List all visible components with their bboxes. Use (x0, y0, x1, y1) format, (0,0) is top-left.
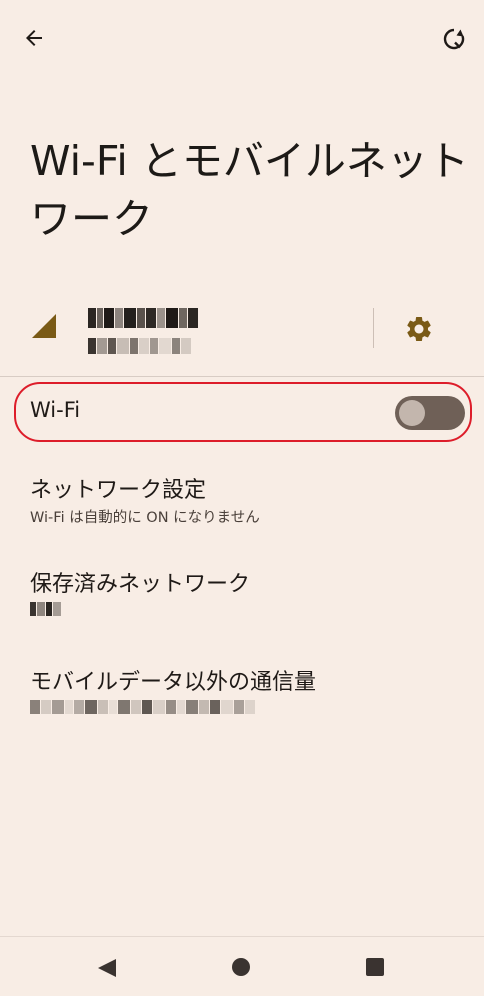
back-button[interactable] (18, 22, 50, 54)
top-app-bar (0, 0, 484, 80)
carrier-status-redacted (88, 338, 191, 354)
wifi-switch-knob (399, 400, 425, 426)
usage-summary-redacted (30, 700, 255, 714)
item-title: ネットワーク設定 (30, 478, 207, 503)
carrier-name-redacted (88, 308, 198, 328)
reset-button[interactable] (438, 22, 470, 56)
list-item-non-mobile-data-usage[interactable]: モバイルデータ以外の通信量 (0, 664, 484, 724)
gear-icon[interactable] (404, 314, 434, 344)
saved-count-redacted (30, 602, 61, 616)
vertical-divider (373, 308, 374, 348)
nav-back-triangle-icon[interactable] (96, 957, 118, 979)
system-navigation-bar (0, 936, 484, 996)
cell-signal-icon (32, 314, 56, 338)
wifi-label: Wi-Fi (30, 398, 81, 422)
item-title: モバイルデータ以外の通信量 (30, 670, 317, 695)
nav-home-circle-icon[interactable] (232, 958, 250, 976)
nav-recents-square-icon[interactable] (366, 958, 384, 976)
item-subtitle: Wi-Fi は自動的に ON になりません (30, 510, 260, 526)
mobile-network-row[interactable] (0, 298, 484, 372)
wifi-toggle-row[interactable]: Wi-Fi (0, 382, 484, 446)
item-title: 保存済みネットワーク (30, 572, 251, 597)
list-item-saved-networks[interactable]: 保存済みネットワーク (0, 566, 484, 626)
reset-refresh-icon (443, 28, 465, 50)
section-divider (0, 376, 484, 377)
wifi-switch[interactable] (395, 396, 465, 430)
list-item-network-settings[interactable]: ネットワーク設定 Wi-Fi は自動的に ON になりません (0, 472, 484, 532)
page-title: Wi-Fi とモバイルネットワーク (30, 137, 469, 243)
arrow-back-icon (26, 30, 42, 46)
